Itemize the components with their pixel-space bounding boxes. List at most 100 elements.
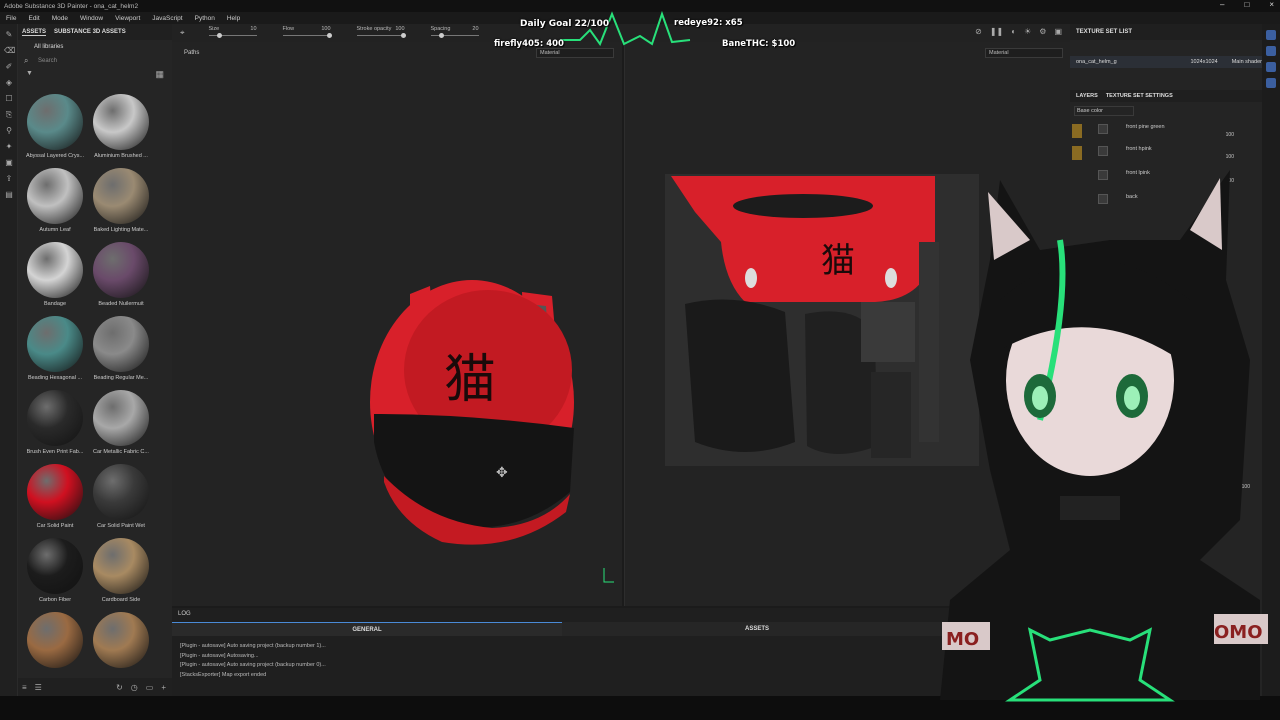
stroke-opacity-label: Stroke opacity [356,26,392,32]
blend-mode[interactable]: Norm [1222,484,1234,490]
layer-opacity[interactable]: 100 [1226,154,1234,160]
spacing-knob[interactable] [439,33,445,38]
export-icon[interactable]: ⇪ [4,174,14,184]
paint-brush-icon[interactable]: ✎ [4,30,14,40]
layer-opacity[interactable]: 100 [1226,178,1234,184]
material-preview [93,168,149,224]
eraser-icon[interactable]: ⌫ [4,46,15,56]
layer-row[interactable]: front hpink 100 [1070,142,1262,164]
grid-view-icon[interactable]: ▦ [155,69,164,80]
settings-icon[interactable]: ⚙ [1039,27,1046,36]
bake-icon[interactable]: ▣ [4,158,14,168]
texture-set-shader[interactable]: Main shader [1232,59,1262,65]
menu-mode[interactable]: Mode [52,15,68,22]
asset-tile[interactable]: Brush Even Print Fab... [20,390,90,458]
menu-file[interactable]: File [6,15,16,22]
text-tool-icon[interactable]: ✦ [4,142,14,152]
clone-icon[interactable]: ⎘ [4,110,14,120]
stacked-view-icon[interactable]: ☰ [35,683,42,692]
viewport-2d[interactable]: Material 猫 [624,42,1070,606]
tab-layers[interactable]: LAYERS [1076,93,1098,99]
asset-tile[interactable]: Autumn Leaf [20,168,90,236]
picker-icon[interactable]: ⚲ [4,126,14,136]
asset-tile[interactable]: Abyssal Layered Crys... [20,94,90,162]
filter-icon[interactable]: ▼ [26,70,33,77]
menu-edit[interactable]: Edit [28,15,39,22]
visibility-icon[interactable] [1072,124,1082,138]
refresh-icon[interactable]: ↻ [116,683,123,692]
library-selector[interactable]: All libraries [18,40,172,54]
visibility-icon[interactable] [1072,146,1082,160]
asset-tile[interactable]: Beaded Nuilermuit [86,242,156,310]
layer-row[interactable]: back [1070,190,1262,212]
svg-text:猫: 猫 [821,241,855,281]
asset-tile[interactable]: Beading Regular Me... [86,316,156,384]
tab-substance-assets[interactable]: SUBSTANCE 3D ASSETS [54,29,126,35]
camera-icon[interactable]: ⊘ [975,27,982,36]
log-line: [Plugin - autosave] Autosaving... [180,652,259,659]
layer-row[interactable]: front lpink 100 [1070,166,1262,188]
size-value: 10 [250,26,257,32]
right-icon-strip [1262,24,1280,696]
flow-knob[interactable] [326,33,332,38]
menu-python[interactable]: Python [195,15,215,22]
menu-viewport[interactable]: Viewport [115,15,140,22]
material-preview [93,390,149,446]
asset-tile[interactable]: Aluminium Brushed ... [86,94,156,162]
size-slider[interactable]: Size 10 [201,24,259,42]
menu-help[interactable]: Help [227,15,240,22]
maximize-icon[interactable]: □ [1244,0,1249,9]
log-tabs: GENERAL ASSETS [172,622,952,636]
brush-settings-icon[interactable]: ⌖ [180,28,185,38]
display-mode-icon[interactable]: ◐ [1011,27,1016,36]
blend-value[interactable]: 100 [1242,484,1250,490]
asset-tile[interactable]: Bandage [20,242,90,310]
size-knob[interactable] [217,33,223,38]
tab-texture-set-settings[interactable]: TEXTURE SET SETTINGS [1106,93,1173,99]
smudge-icon[interactable]: ☐ [4,94,14,104]
light-icon[interactable]: ☀ [1024,27,1031,36]
display-settings-icon[interactable] [1266,62,1276,72]
layer-mask-icon[interactable]: ▤ [4,190,14,200]
asset-tile[interactable]: Cardboard Side [86,538,156,606]
layer-opacity[interactable]: 100 [1226,132,1234,138]
add-icon[interactable]: + [161,683,166,692]
asset-tile[interactable] [86,612,156,680]
asset-tile[interactable]: Car Solid Paint Wet [86,464,156,532]
tab-general[interactable]: GENERAL [172,622,562,636]
tab-log-assets[interactable]: ASSETS [562,622,952,636]
minimize-icon[interactable]: – [1220,0,1224,9]
viewport-3d[interactable]: Paths Material 猫 ✥ [172,42,622,606]
stroke-opacity-knob[interactable] [400,33,406,38]
spacing-slider[interactable]: Spacing 20 [423,24,481,42]
folder-icon[interactable]: ▭ [146,683,154,692]
properties-icon[interactable] [1266,46,1276,56]
channel-select[interactable]: Base color [1074,106,1134,116]
texture-set-row[interactable]: ona_cat_helm_g 1024x1024 Main shader [1070,56,1262,68]
close-icon[interactable]: × [1269,0,1274,9]
flow-slider[interactable]: Flow 100 [275,24,333,42]
history-icon[interactable]: ◷ [131,683,138,692]
asset-search[interactable]: ⌕ Search [18,54,172,68]
list-view-icon[interactable]: ≡ [22,683,27,692]
pause-icon[interactable]: ❚❚ [990,27,1003,36]
stroke-opacity-slider[interactable]: Stroke opacity 100 [349,24,407,42]
asset-name: Car Metallic Fabric C... [93,449,149,455]
layers-icon[interactable] [1266,30,1276,40]
menu-window[interactable]: Window [80,15,103,22]
asset-tile[interactable]: Car Metallic Fabric C... [86,390,156,458]
menu-javascript[interactable]: JavaScript [152,15,182,22]
flow-label: Flow [282,26,295,32]
asset-tile[interactable]: Carbon Fiber [20,538,90,606]
asset-tile[interactable] [20,612,90,680]
projection-icon[interactable]: ✐ [4,62,14,72]
polygon-fill-icon[interactable]: ◈ [4,78,14,88]
asset-tile[interactable]: Car Solid Paint [20,464,90,532]
asset-tile[interactable]: Baked Lighting Mate... [86,168,156,236]
screenshot-icon[interactable]: ▣ [1054,27,1062,36]
tab-assets[interactable]: ASSETS [22,29,47,36]
assets-footer: ≡ ☰ ↻ ◷ ▭ + [18,678,172,696]
shader-settings-icon[interactable] [1266,78,1276,88]
layer-row[interactable]: front pine green 100 [1070,120,1262,142]
asset-tile[interactable]: Beading Hexagonal ... [20,316,90,384]
